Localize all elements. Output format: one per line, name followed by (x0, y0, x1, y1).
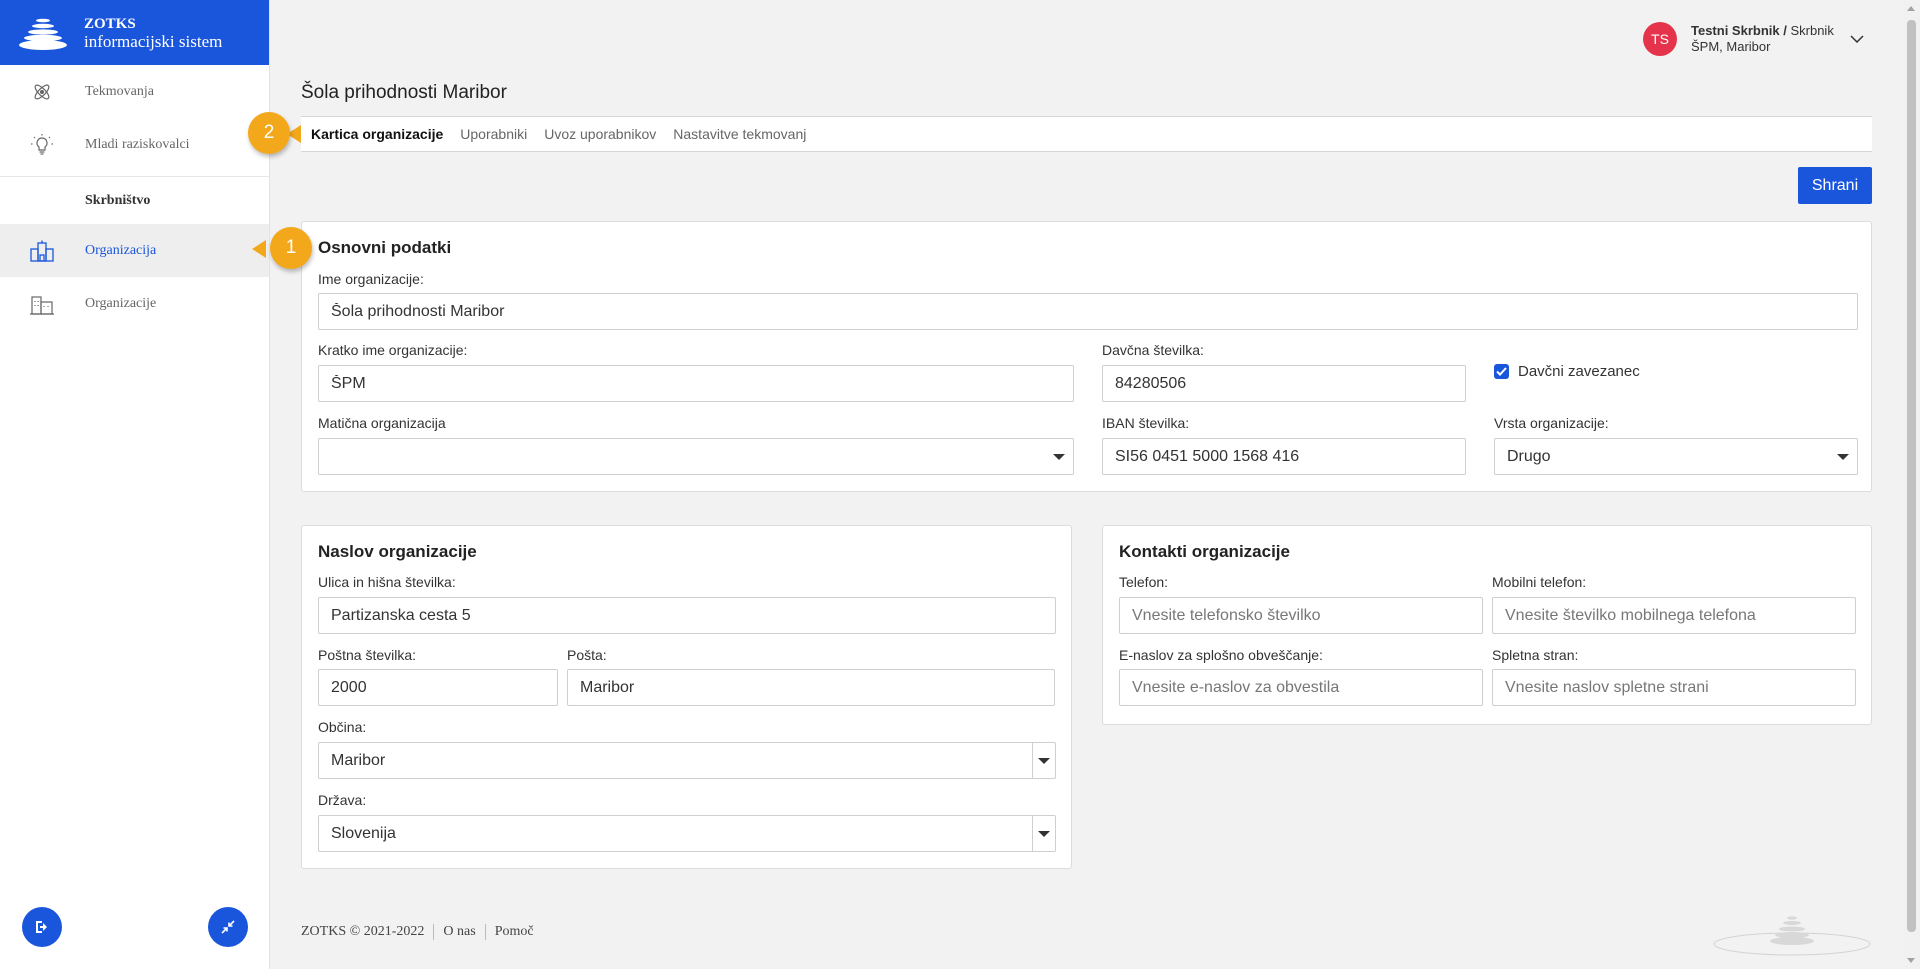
sidebar-section-skrbnistvo: Skrbništvo (0, 176, 269, 224)
sidebar: ZOTKS informacijski sistem Tekmovanja Ml… (0, 0, 270, 969)
user-role: Skrbnik (1790, 23, 1834, 38)
brand-subtitle: informacijski sistem (84, 31, 223, 51)
org-type-select[interactable]: Drugo (1494, 438, 1858, 475)
tab-uporabniki[interactable]: Uporabniki (460, 126, 527, 142)
zotks-logo-icon (19, 18, 67, 50)
municipality-value: Maribor (331, 751, 386, 769)
postcode-label: Poštna številka: (318, 647, 417, 663)
user-org: ŠPM, Maribor (1691, 39, 1771, 54)
sidebar-item-tekmovanja[interactable]: Tekmovanja (0, 65, 269, 118)
avatar: TS (1643, 22, 1677, 56)
iban-label: IBAN številka: (1102, 415, 1190, 431)
scroll-up-icon[interactable] (1907, 6, 1915, 11)
basic-data-title: Osnovni podatki (318, 238, 452, 257)
website-label: Spletna stran: (1492, 647, 1579, 663)
street-label: Ulica in hišna številka: (318, 574, 456, 590)
tax-number-label: Davčna številka: (1102, 342, 1204, 358)
parent-org-select[interactable] (318, 438, 1074, 475)
short-name-input[interactable] (318, 365, 1074, 402)
postcode-input[interactable] (318, 669, 558, 706)
country-label: Država: (318, 792, 367, 808)
org-name-label: Ime organizacije: (318, 271, 424, 287)
scroll-thumb[interactable] (1907, 20, 1916, 932)
brand-title: ZOTKS (84, 15, 136, 32)
org-type-label: Vrsta organizacije: (1494, 415, 1609, 431)
collapse-icon (221, 920, 235, 934)
logout-button[interactable] (22, 907, 62, 947)
address-title: Naslov organizacije (318, 542, 477, 561)
footer: ZOTKS © 2021-2022 O nas Pomoč (301, 924, 543, 940)
buildings-icon (28, 290, 56, 318)
page-title: Šola prihodnosti Maribor (301, 82, 507, 103)
caret-down-icon (1038, 831, 1050, 837)
phone-label: Telefon: (1119, 574, 1169, 590)
chevron-down-icon (1850, 35, 1864, 43)
municipality-label: Občina: (318, 719, 367, 735)
address-card: Naslov organizacije Ulica in hišna števi… (301, 525, 1072, 869)
tab-kartica-organizacije[interactable]: Kartica organizacije (311, 126, 443, 142)
save-button[interactable]: Shrani (1798, 167, 1872, 204)
user-menu[interactable]: TS Testni Skrbnik / Skrbnik ŠPM, Maribor (1643, 22, 1864, 56)
callout-1: 1 (270, 227, 312, 269)
collapse-sidebar-button[interactable] (208, 907, 248, 947)
mobile-label: Mobilni telefon: (1492, 574, 1587, 590)
check-icon (1496, 367, 1507, 376)
phone-input[interactable] (1119, 597, 1483, 634)
website-input[interactable] (1492, 669, 1856, 706)
country-select[interactable]: Slovenija (318, 815, 1056, 852)
street-input[interactable] (318, 597, 1056, 634)
org-name-input[interactable] (318, 293, 1858, 330)
footer-help-link[interactable]: Pomoč (484, 924, 543, 940)
atom-icon (28, 78, 56, 106)
mobile-input[interactable] (1492, 597, 1856, 634)
tab-bar: Kartica organizacije Uporabniki Uvoz upo… (301, 116, 1872, 152)
basic-data-card: Osnovni podatki Ime organizacije: Kratko… (301, 221, 1872, 492)
contacts-card: Kontakti organizacije Telefon: Mobilni t… (1102, 525, 1872, 725)
logout-icon (36, 921, 47, 933)
org-type-value: Drugo (1507, 447, 1551, 465)
sidebar-item-label: Tekmovanja (85, 83, 154, 99)
sidebar-item-organizacije[interactable]: Organizacije (0, 277, 269, 330)
tab-uvoz-uporabnikov[interactable]: Uvoz uporabnikov (544, 126, 656, 142)
scroll-down-icon[interactable] (1907, 958, 1915, 963)
callout-1-pointer (252, 240, 266, 258)
sidebar-item-label: Organizacija (85, 242, 157, 258)
zotks-watermark-icon (1713, 916, 1871, 956)
municipality-select[interactable]: Maribor (318, 742, 1056, 779)
taxpayer-label: Davčni zavezanec (1518, 363, 1640, 380)
caret-down-icon (1837, 454, 1849, 460)
sidebar-item-organizacija[interactable]: Organizacija (0, 224, 269, 277)
user-name: Testni Skrbnik / (1691, 23, 1787, 38)
organization-icon (28, 237, 56, 265)
post-input[interactable] (567, 669, 1055, 706)
taxpayer-checkbox[interactable] (1494, 364, 1509, 379)
tax-number-input[interactable] (1102, 365, 1466, 402)
country-value: Slovenija (331, 824, 396, 842)
caret-down-icon (1053, 454, 1065, 460)
tab-nastavitve-tekmovanj[interactable]: Nastavitve tekmovanj (673, 126, 806, 142)
parent-org-label: Matična organizacija (318, 415, 446, 431)
iban-input[interactable] (1102, 438, 1466, 475)
page-scrollbar[interactable] (1903, 0, 1920, 969)
caret-down-icon (1038, 758, 1050, 764)
footer-copyright: ZOTKS © 2021-2022 (301, 924, 425, 939)
footer-about-link[interactable]: O nas (433, 924, 484, 940)
email-input[interactable] (1119, 669, 1483, 706)
lightbulb-icon (28, 131, 56, 159)
email-label: E-naslov za splošno obveščanje: (1119, 647, 1323, 663)
brand[interactable]: ZOTKS informacijski sistem (0, 0, 269, 65)
sidebar-item-label: Mladi raziskovalci (85, 136, 190, 152)
post-label: Pošta: (567, 647, 607, 663)
sidebar-item-mladi-raziskovalci[interactable]: Mladi raziskovalci (0, 118, 269, 171)
callout-2: 2 (248, 112, 290, 154)
contacts-title: Kontakti organizacije (1119, 542, 1290, 561)
short-name-label: Kratko ime organizacije: (318, 342, 468, 358)
sidebar-item-label: Organizacije (85, 295, 157, 311)
